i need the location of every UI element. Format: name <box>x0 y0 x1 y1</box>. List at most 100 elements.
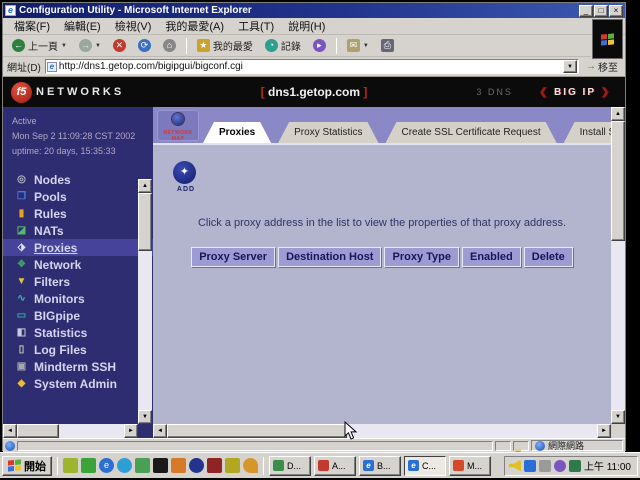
quick-launch-icon-8[interactable] <box>189 458 204 473</box>
go-button[interactable]: → 移至 <box>583 59 621 74</box>
scroll-down-icon[interactable]: ▼ <box>611 410 625 424</box>
quick-launch-icon-1[interactable] <box>63 458 78 473</box>
add-proxy-button[interactable]: ✦ ADD <box>173 161 199 193</box>
tray-icon-5[interactable] <box>569 460 581 472</box>
menu-tools[interactable]: 工具(T) <box>231 17 281 35</box>
history-button[interactable]: ◔ 記錄 <box>260 36 306 55</box>
scroll-left-icon[interactable]: ◄ <box>153 424 167 438</box>
refresh-button[interactable]: ⟳ <box>133 37 156 54</box>
bigip-text: BIG IP <box>554 87 596 98</box>
mindterm-ssh-icon: ▣ <box>15 361 28 372</box>
scroll-up-icon[interactable]: ▲ <box>611 107 625 121</box>
sidebar-item-statistics[interactable]: ◧Statistics <box>3 324 153 341</box>
sidebar-item-monitors[interactable]: ∿Monitors <box>3 290 153 307</box>
quick-launch-icon-4[interactable] <box>117 458 132 473</box>
scroll-right-icon[interactable]: ► <box>124 424 138 438</box>
menu-favorites[interactable]: 我的最愛(A) <box>158 17 231 35</box>
sidebar-item-log-files[interactable]: ▯Log Files <box>3 341 153 358</box>
main-horizontal-scrollbar[interactable]: ◄ ► <box>153 424 611 438</box>
volume-icon[interactable] <box>509 460 521 472</box>
quick-launch-icon-2[interactable] <box>81 458 96 473</box>
sidebar-item-nats[interactable]: ◪NATs <box>3 222 153 239</box>
task-button-ie-active[interactable]: eC... <box>404 456 446 476</box>
favorites-button[interactable]: ★ 我的最愛 <box>192 36 258 55</box>
task-button-2[interactable]: A... <box>314 456 356 476</box>
scroll-up-icon[interactable]: ▲ <box>138 179 152 193</box>
tab-proxies[interactable]: Proxies <box>203 122 271 143</box>
scrollbar-thumb[interactable] <box>17 424 59 438</box>
scrollbar-thumb[interactable] <box>611 121 625 241</box>
home-button[interactable]: ⌂ <box>158 37 181 54</box>
tab-install-ssl-certificate[interactable]: Install SSL Certif <box>564 122 611 143</box>
forward-button[interactable]: → ▼ <box>74 37 106 54</box>
quick-launch-ie-icon[interactable]: e <box>99 458 114 473</box>
home-icon: ⌂ <box>163 39 176 52</box>
sidebar-item-pools[interactable]: ❐Pools <box>3 188 153 205</box>
stop-button[interactable]: ✕ <box>108 37 131 54</box>
sidebar-item-filters[interactable]: ▼Filters <box>3 273 153 290</box>
menu-help[interactable]: 說明(H) <box>281 17 332 35</box>
start-button[interactable]: 開始 <box>2 456 52 476</box>
scrollbar-thumb[interactable] <box>167 424 347 438</box>
scrollbar-thumb[interactable] <box>138 193 152 251</box>
add-plus-icon[interactable]: ✦ <box>173 161 196 184</box>
history-label: 記錄 <box>281 38 301 53</box>
title-bar[interactable]: e Configuration Utility - Microsoft Inte… <box>3 3 625 18</box>
zone-label: 網際網路 <box>548 439 584 452</box>
task-button-1[interactable]: D... <box>269 456 311 476</box>
sidebar-item-proxies[interactable]: ⬗Proxies <box>3 239 153 256</box>
go-label: 移至 <box>598 59 618 74</box>
tray-icon-4[interactable] <box>554 460 566 472</box>
menu-file[interactable]: 檔案(F) <box>7 17 57 35</box>
taskbar-clock: 上午 11:00 <box>584 458 631 473</box>
taskbar-separator <box>57 457 58 475</box>
sidebar-item-mindterm-ssh[interactable]: ▣Mindterm SSH <box>3 358 153 375</box>
monitors-icon: ∿ <box>15 293 28 304</box>
task-button-5[interactable]: M... <box>449 456 491 476</box>
maximize-button[interactable]: □ <box>594 5 608 17</box>
minimize-button[interactable]: _ <box>579 5 593 17</box>
tab-proxy-statistics[interactable]: Proxy Statistics <box>278 122 378 143</box>
quick-launch-icon-9[interactable] <box>207 458 222 473</box>
back-button[interactable]: ← 上一頁 ▼ <box>7 36 72 55</box>
standard-toolbar: ← 上一頁 ▼ → ▼ ✕ ⟳ ⌂ ★ 我的最愛 ◔ <box>3 35 591 57</box>
sidebar-item-rules[interactable]: ▮Rules <box>3 205 153 222</box>
tab-create-ssl-certificate-request[interactable]: Create SSL Certificate Request <box>386 122 557 143</box>
sidebar-vertical-scrollbar[interactable]: ▲ ▼ <box>138 179 152 424</box>
forward-dropdown-icon[interactable]: ▼ <box>95 43 101 49</box>
quick-launch-icon-10[interactable] <box>225 458 240 473</box>
address-dropdown-icon[interactable]: ▼ <box>563 60 577 73</box>
ie-icon: e <box>408 460 419 471</box>
address-input[interactable] <box>57 60 563 73</box>
quick-launch-icon-5[interactable] <box>135 458 150 473</box>
task-button-3[interactable]: eB... <box>359 456 401 476</box>
menu-edit[interactable]: 編輯(E) <box>57 17 108 35</box>
print-button[interactable]: ⎙ <box>376 37 399 54</box>
quick-launch-icon-6[interactable] <box>153 458 168 473</box>
scroll-left-icon[interactable]: ◄ <box>3 424 17 438</box>
quick-launch-icon-7[interactable] <box>171 458 186 473</box>
sidebar-item-bigpipe[interactable]: ▭BIGpipe <box>3 307 153 324</box>
menu-view[interactable]: 檢視(V) <box>108 17 159 35</box>
logo-bigip: ❮ BIG IP ❯ <box>539 87 611 98</box>
filters-icon: ▼ <box>15 276 28 287</box>
scroll-right-icon[interactable]: ► <box>597 424 611 438</box>
tray-icon-2[interactable] <box>524 460 536 472</box>
address-field[interactable]: e ▼ <box>45 59 579 74</box>
scroll-down-icon[interactable]: ▼ <box>138 410 152 424</box>
sidebar-item-system-admin[interactable]: ◆System Admin <box>3 375 153 392</box>
back-dropdown-icon[interactable]: ▼ <box>61 43 67 49</box>
mail-dropdown-icon[interactable]: ▼ <box>363 43 369 49</box>
network-map-button[interactable]: NETWORK MAP <box>157 110 199 141</box>
main-vertical-scrollbar[interactable]: ▲ ▼ <box>611 107 625 424</box>
quick-launch-icon-11[interactable] <box>243 458 258 473</box>
close-button[interactable]: × <box>609 5 623 17</box>
media-button[interactable]: ▸ <box>308 37 331 54</box>
status-message-panel <box>17 441 493 451</box>
display-icon[interactable] <box>539 460 551 472</box>
bigpipe-icon: ▭ <box>15 310 28 321</box>
sidebar-item-nodes[interactable]: ◎Nodes <box>3 171 153 188</box>
sidebar-item-network[interactable]: ❖Network <box>3 256 153 273</box>
sidebar-horizontal-scrollbar[interactable]: ◄ ► <box>3 424 138 438</box>
mail-button[interactable]: ✉ ▼ <box>342 37 374 54</box>
